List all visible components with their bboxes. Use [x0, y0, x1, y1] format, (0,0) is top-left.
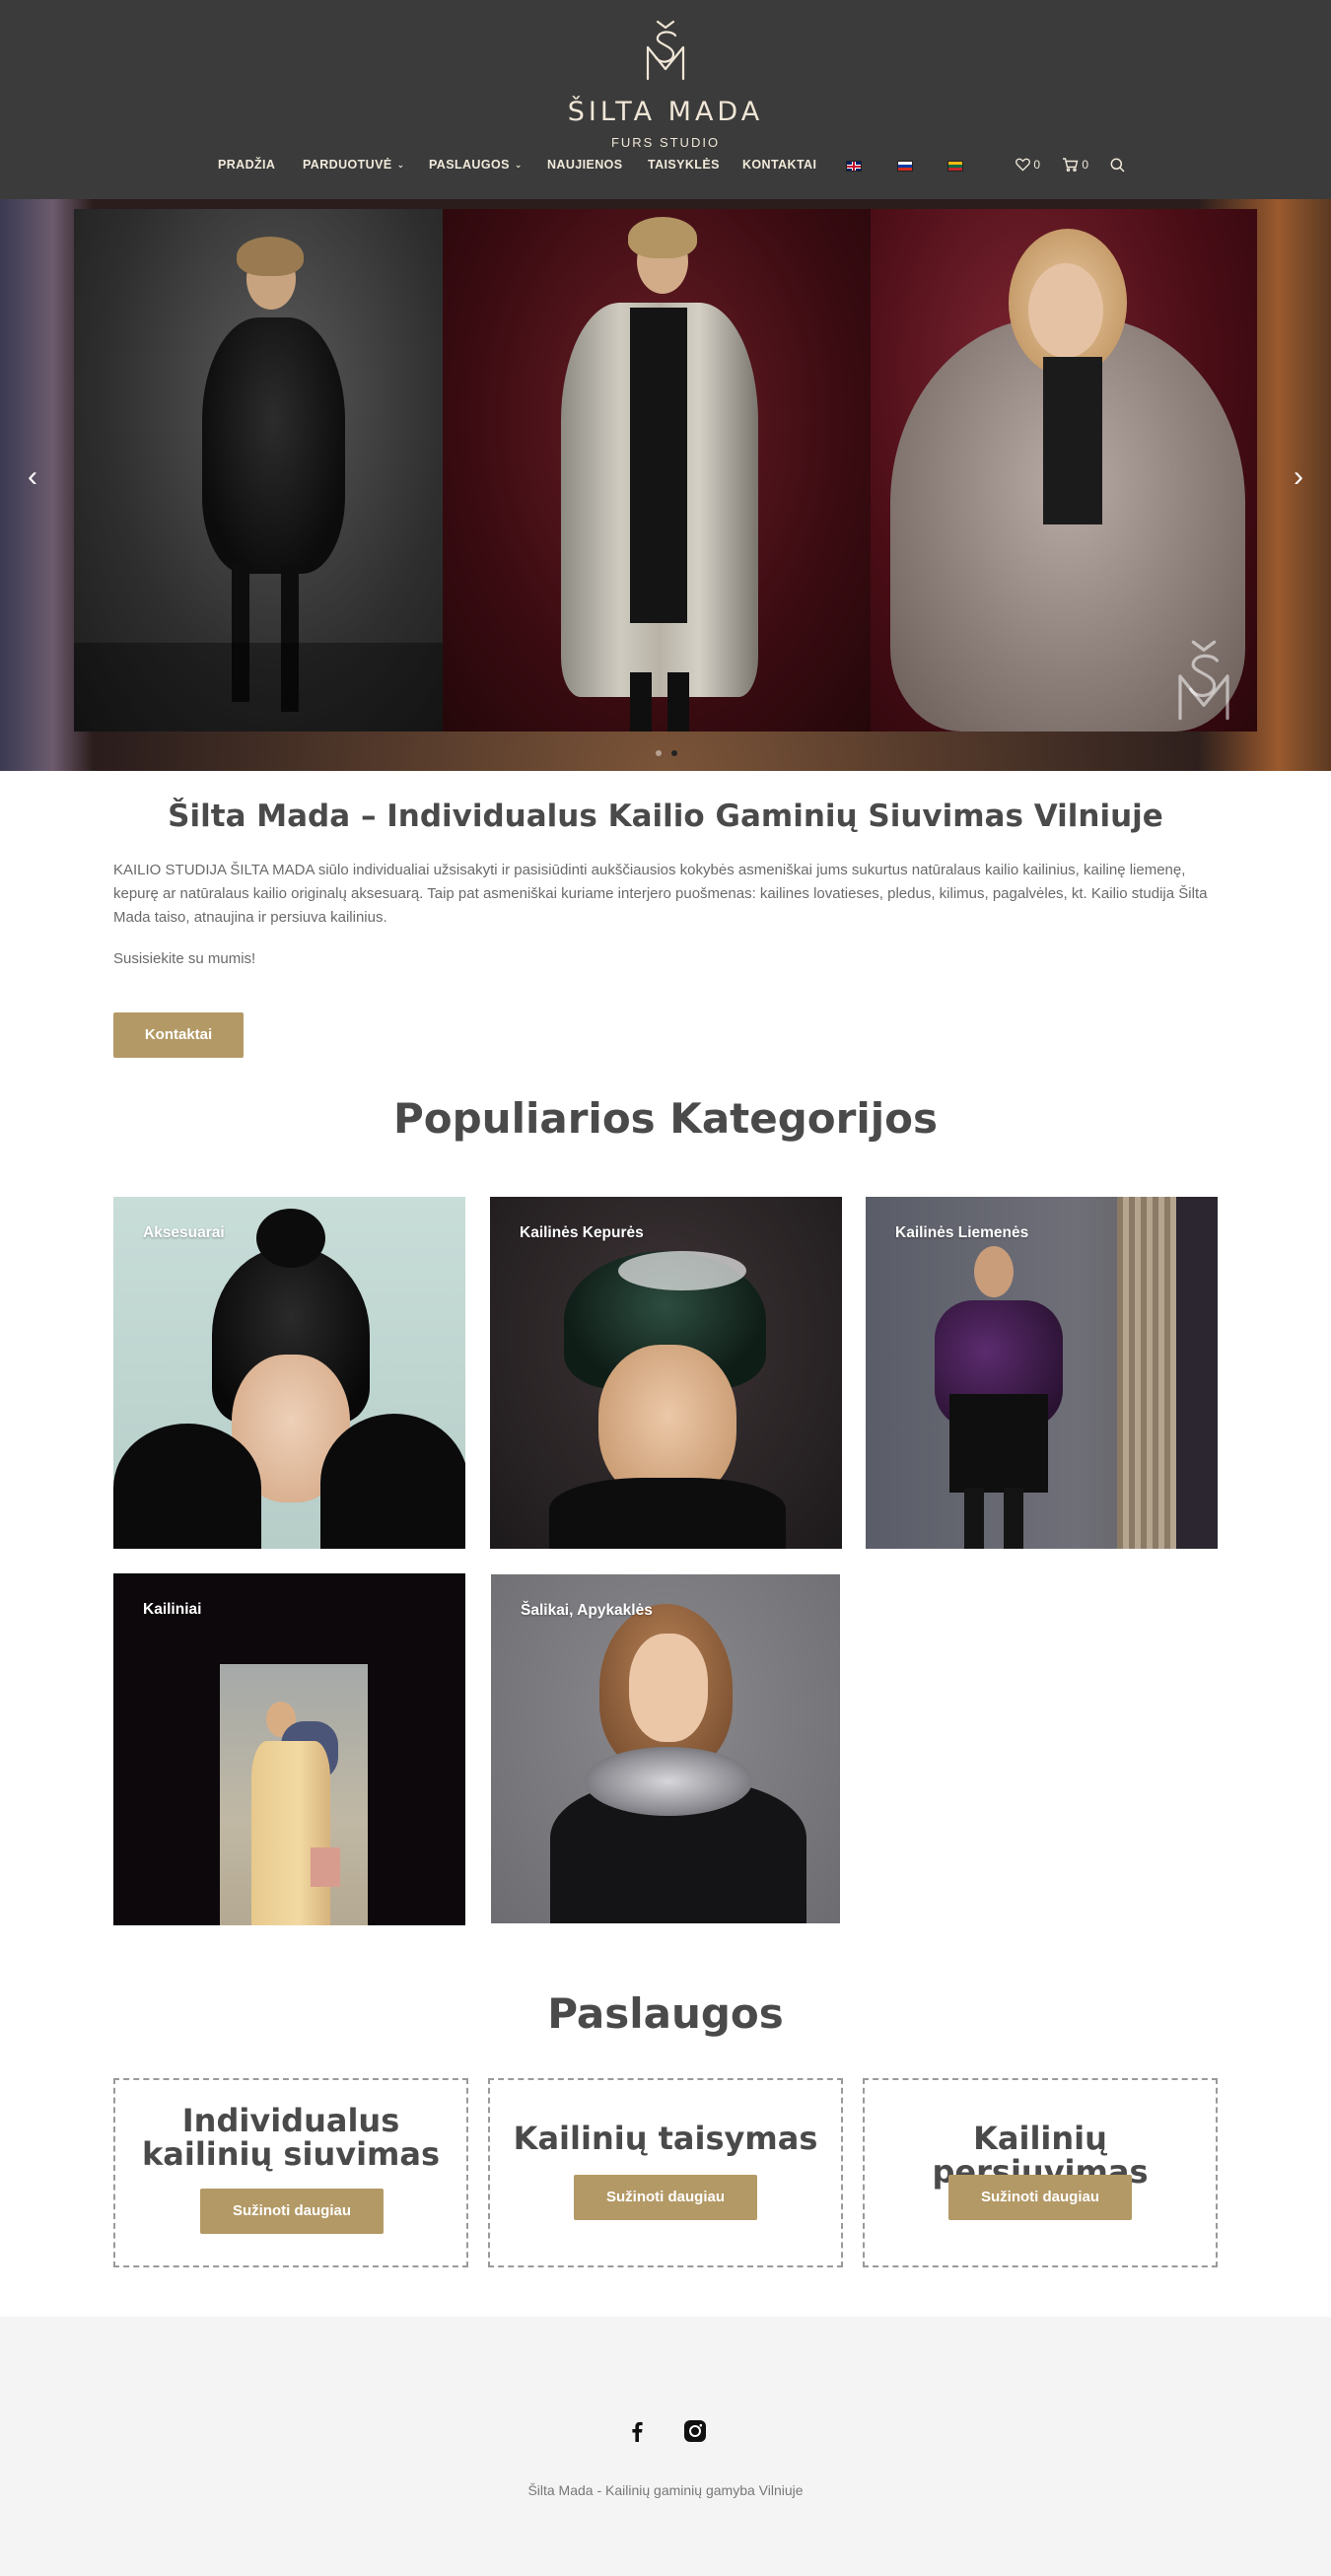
nav-item-kontaktai[interactable]: KONTAKTAI [742, 158, 816, 172]
brand-logo-icon[interactable] [636, 18, 695, 83]
mirror-frame-image [1117, 1197, 1176, 1549]
category-label: Kailinės Liemenės [895, 1224, 1029, 1241]
category-card-kailiniai[interactable]: Kailiniai [113, 1573, 465, 1925]
chevron-down-icon: ⌄ [514, 160, 523, 170]
services-title: Paslaugos [547, 1989, 784, 2038]
nav-label: NAUJIENOS [547, 158, 623, 172]
hero-slider: ‹ › [0, 199, 1331, 771]
fur-collar-image [113, 1424, 261, 1549]
lt-flag-icon[interactable] [947, 161, 963, 172]
nav-label: KONTAKTAI [742, 158, 817, 172]
cart-count: 0 [1082, 158, 1089, 172]
nav-label: PARDUOTUVĖ [303, 158, 392, 172]
model-leg-image [1004, 1488, 1023, 1549]
nav-item-parduotuve[interactable]: PARDUOTUVĖ ⌄ [303, 158, 405, 172]
contacts-button[interactable]: Kontaktai [113, 1012, 244, 1058]
nav-item-naujienos[interactable]: NAUJIENOS [547, 158, 623, 172]
pompom-image [256, 1209, 325, 1268]
model-leg-image [964, 1488, 984, 1549]
cart-button[interactable]: 0 [1062, 158, 1089, 173]
model-dress-image [549, 1478, 786, 1549]
slider-prev-arrow-icon[interactable]: ‹ [18, 457, 47, 497]
fur-collar-image [320, 1414, 465, 1549]
intro-cta-text: Susisiekite su mumis! [113, 950, 256, 967]
brand-subtitle: FURS STUDIO [610, 135, 721, 150]
nav-item-taisykles[interactable]: TAISYKLĖS [648, 158, 720, 172]
search-button[interactable] [1110, 158, 1125, 173]
main-nav: PRADŽIA PARDUOTUVĖ ⌄ PASLAUGOS ⌄ NAUJIENOS… [0, 158, 1331, 179]
footer-copyright: Šilta Mada - Kailinių gaminių gamyba Vil… [527, 2482, 804, 2498]
chevron-down-icon: ⌄ [396, 160, 405, 170]
cart-icon [1063, 158, 1079, 173]
heart-icon [1016, 158, 1030, 172]
intro-title: Šilta Mada – Individualus Kailio Gaminių… [168, 799, 1163, 834]
intro-paragraph: KAILIO STUDIJA ŠILTA MADA siūlo individu… [113, 862, 1208, 926]
search-icon [1110, 158, 1125, 173]
slider-dots [651, 743, 682, 761]
hero-slide-image [74, 209, 1257, 731]
learn-more-button[interactable]: Sužinoti daugiau [948, 2175, 1132, 2220]
mirror-reflection-image [1176, 1197, 1218, 1549]
slider-next-arrow-icon[interactable]: › [1284, 457, 1313, 497]
category-label: Aksesuarai [143, 1224, 225, 1241]
model-grey-fur-coat-image [443, 209, 871, 731]
nav-item-pradzia[interactable]: PRADŽIA [218, 158, 275, 172]
site-header: ŠILTA MADA FURS STUDIO PRADŽIA PARDUOTUV… [0, 0, 1331, 199]
facebook-icon[interactable] [627, 2420, 647, 2442]
fur-hat-highlight [618, 1251, 746, 1290]
category-label: Kailiniai [143, 1601, 202, 1618]
brand-name[interactable]: ŠILTA MADA [0, 97, 1331, 127]
service-card-individualus-siuvimas: Individualus kailinių siuvimas Sužinoti … [113, 2078, 468, 2267]
grey-fur-collar-image [585, 1747, 752, 1816]
model-black-fur-vest-image [74, 209, 443, 731]
nav-label: TAISYKLĖS [648, 158, 720, 172]
service-title: Kailinių taisymas [513, 2120, 818, 2157]
service-title: Individualus kailinių siuvimas [141, 2102, 441, 2173]
ru-flag-icon[interactable] [897, 161, 913, 172]
category-label: Kailinės Kepurės [520, 1224, 644, 1241]
service-card-taisymas: Kailinių taisymas Sužinoti daugiau [488, 2078, 843, 2267]
nav-label: PASLAUGOS [429, 158, 510, 172]
beige-fur-coat-image [251, 1741, 330, 1925]
wishlist-button[interactable]: 0 [1016, 158, 1040, 172]
model-face-image [629, 1634, 708, 1742]
category-label: Šalikai, Apykaklės [521, 1602, 653, 1619]
category-card-kailines-kepures[interactable]: Kailinės Kepurės [490, 1197, 842, 1549]
watermark-logo-icon [1178, 640, 1229, 721]
category-card-kailines-liemenes[interactable]: Kailinės Liemenės [866, 1197, 1218, 1549]
category-card-aksesuarai[interactable]: Aksesuarai [113, 1197, 465, 1549]
category-card-salikai-apykakles[interactable]: Šalikai, Apykaklės [491, 1574, 840, 1923]
slider-dot-active[interactable] [671, 750, 677, 756]
nav-item-paslaugos[interactable]: PASLAUGOS ⌄ [429, 158, 523, 172]
instagram-icon[interactable] [684, 2420, 706, 2442]
black-vest-image [949, 1394, 1048, 1493]
model-face-image [974, 1246, 1014, 1297]
pink-fur-detail-image [311, 1847, 340, 1887]
learn-more-button[interactable]: Sužinoti daugiau [200, 2189, 384, 2234]
en-flag-icon[interactable] [846, 161, 862, 172]
slider-dot[interactable] [656, 750, 662, 756]
service-card-persiuvimas: Kailinių persiuvimas Sužinoti daugiau [863, 2078, 1218, 2267]
learn-more-button[interactable]: Sužinoti daugiau [574, 2175, 757, 2220]
nav-label: PRADŽIA [218, 158, 276, 172]
wishlist-count: 0 [1033, 158, 1041, 172]
site-footer: Šilta Mada - Kailinių gaminių gamyba Vil… [0, 2317, 1331, 2576]
categories-title: Populiarios Kategorijos [392, 1094, 939, 1143]
